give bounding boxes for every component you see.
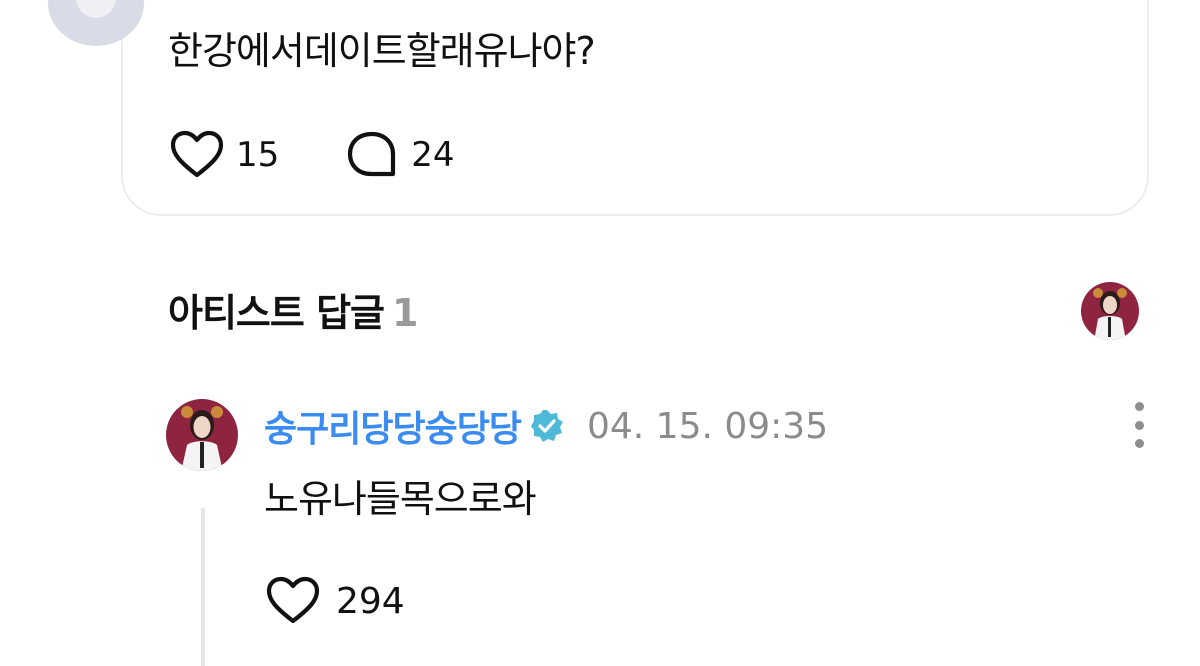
- comment-like-button[interactable]: 294: [266, 576, 405, 626]
- thread-view: 한강에서데이트할래유나야? 15 24 아티스트 답글 1 숭구리당당숭당당 0…: [0, 0, 1200, 666]
- heart-outline-icon: [266, 576, 320, 624]
- comment-author-avatar[interactable]: [165, 398, 239, 472]
- comment-timestamp: 04. 15. 09:35: [586, 405, 829, 447]
- comment-header: 숭구리당당숭당당 04. 15. 09:35: [264, 400, 828, 452]
- heart-outline-icon: [170, 130, 224, 178]
- post-comment-count: 24: [411, 135, 455, 175]
- comment-like-count: 294: [336, 580, 405, 622]
- comment-text: 노유나들목으로와: [264, 477, 537, 521]
- artist-replies-title: 아티스트 답글 1: [168, 282, 418, 337]
- more-options-button[interactable]: [1124, 402, 1154, 448]
- verified-badge-icon: [530, 410, 563, 442]
- comment-author-name[interactable]: 숭구리당당숭당당: [264, 400, 522, 452]
- artist-replies-count: 1: [392, 291, 418, 335]
- artist-replies-label: 아티스트 답글: [168, 291, 385, 335]
- post-text: 한강에서데이트할래유나야?: [168, 29, 596, 73]
- post-comment-button[interactable]: 24: [345, 130, 455, 180]
- thread-line: [201, 508, 205, 666]
- post-actions: 15 24: [170, 130, 521, 180]
- post-like-count: 15: [236, 135, 280, 175]
- post-like-button[interactable]: 15: [170, 130, 279, 180]
- more-vertical-icon: [1134, 402, 1144, 411]
- artist-avatar-small[interactable]: [1080, 281, 1140, 341]
- speech-bubble-icon: [348, 131, 396, 177]
